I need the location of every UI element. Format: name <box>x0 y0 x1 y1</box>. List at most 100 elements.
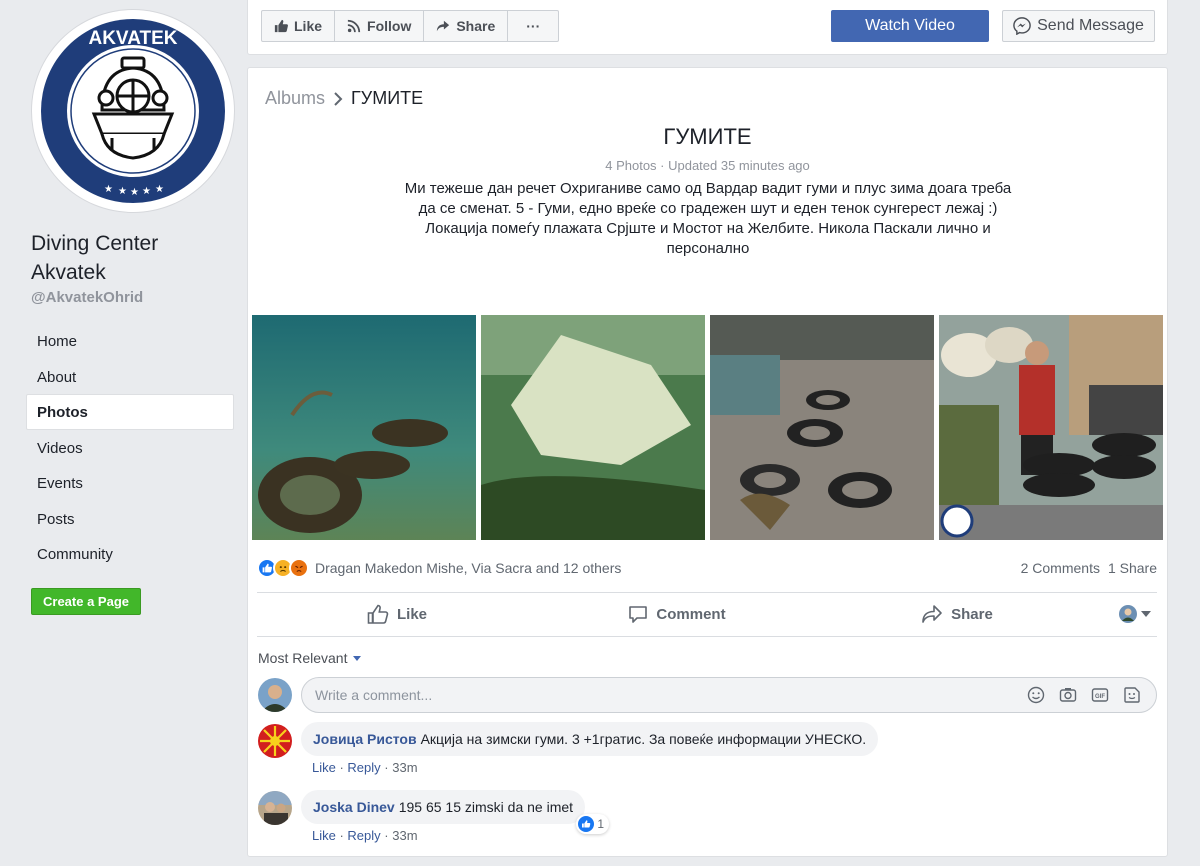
nav-item-community[interactable]: Community <box>26 536 234 572</box>
comment-time[interactable]: 33m <box>392 828 417 843</box>
nav-item-posts[interactable]: Posts <box>26 501 234 537</box>
camera-icon[interactable] <box>1058 685 1078 705</box>
page-name[interactable]: Diving Center Akvatek <box>31 229 231 287</box>
like-reaction-icon <box>578 816 595 832</box>
caret-down-icon <box>353 655 362 661</box>
comment-button[interactable]: Comment <box>537 604 817 624</box>
follow-button[interactable]: Follow <box>335 11 425 41</box>
share-button[interactable]: Share <box>817 604 1097 624</box>
comments-count[interactable]: 2 Comments <box>1021 560 1100 576</box>
divider <box>257 636 1157 637</box>
thumbs-up-outline-icon <box>367 604 389 624</box>
comment-like-link[interactable]: Like <box>312 760 336 775</box>
nav-item-events[interactable]: Events <box>26 465 234 501</box>
nav-item-videos[interactable]: Videos <box>26 430 234 466</box>
comment-reply-link[interactable]: Reply <box>347 828 380 843</box>
photo-thumbnail[interactable] <box>710 315 934 540</box>
create-page-button[interactable]: Create a Page <box>31 588 141 615</box>
comment-label: Comment <box>656 605 726 623</box>
underwater-tires-image <box>252 315 476 540</box>
underwater-bag-image <box>481 315 705 540</box>
like-label: Like <box>396 605 427 623</box>
comment-composer: GIF <box>301 677 1157 713</box>
svg-text:★: ★ <box>104 184 113 195</box>
more-options-button[interactable]: ··· <box>508 11 558 41</box>
album-meta: 4 Photos · Updated 35 minutes ago <box>605 158 810 173</box>
comment-text: Акција на зимски гуми. 3 +1гратис. За по… <box>420 731 867 747</box>
comment-sort-label: Most Relevant <box>258 650 348 666</box>
comment-input[interactable] <box>302 678 1002 712</box>
breadcrumb-albums-link[interactable]: Albums <box>265 88 325 109</box>
comment-author[interactable]: Јовица Ристов <box>313 731 417 747</box>
shares-count[interactable]: 1 Share <box>1108 560 1157 576</box>
reactors-list[interactable]: Dragan Makedon Mishe, Via Sacra and 12 o… <box>315 560 621 576</box>
share-page-button[interactable]: Share <box>424 11 509 41</box>
page-buttons: Like Follow Share ··· <box>261 10 560 42</box>
breadcrumb: Albums ГУМИТЕ <box>265 88 423 109</box>
comment-time[interactable]: 33m <box>392 760 417 775</box>
comment-reaction-badge[interactable]: 1 <box>576 814 610 834</box>
reaction-icons[interactable] <box>257 558 309 578</box>
tires-on-shore-image <box>710 315 934 540</box>
nav-item-about[interactable]: About <box>26 359 234 395</box>
svg-text:GIF: GIF <box>1095 694 1105 700</box>
comment-text: 195 65 15 zimski da ne imet <box>398 799 574 815</box>
share-page-label: Share <box>456 18 496 34</box>
photo-thumbnail[interactable] <box>481 315 705 540</box>
logo-text: AKVATEK <box>88 28 177 49</box>
comment-meta: Like · Reply · 33m <box>312 760 418 775</box>
like-page-label: Like <box>294 18 323 34</box>
rss-icon <box>347 19 361 33</box>
commenter-avatar[interactable] <box>258 791 292 825</box>
album-description: Ми тежеше дан речет Охриганиве само од В… <box>404 180 1012 257</box>
post-as-selector[interactable] <box>1097 605 1157 623</box>
photo-thumbnail[interactable] <box>252 315 476 540</box>
page-action-bar: Like Follow Share ··· Watch Video Send M… <box>247 0 1168 55</box>
engagement-counts: 2 Comments 1 Share <box>1021 560 1157 576</box>
post-actions: Like Comment Share <box>257 595 1157 633</box>
sticker-icon[interactable] <box>1122 685 1142 705</box>
send-message-label: Send Message <box>1037 17 1144 34</box>
nav-item-home[interactable]: Home <box>26 323 234 359</box>
comment-like-link[interactable]: Like <box>312 828 336 843</box>
photo-thumbnail[interactable] <box>939 315 1163 540</box>
emoji-icon[interactable] <box>1026 685 1046 705</box>
comment-item: Joska Dinev 195 65 15 zimski da ne imet 1… <box>301 790 610 843</box>
svg-text:★: ★ <box>130 187 139 198</box>
svg-text:★: ★ <box>118 186 127 197</box>
composer-tools: GIF <box>1026 685 1142 705</box>
angry-reaction-icon <box>289 558 309 578</box>
comment-sort-dropdown[interactable]: Most Relevant <box>258 650 362 666</box>
svg-text:★: ★ <box>142 186 151 197</box>
share-arrow-icon <box>437 20 450 32</box>
current-user-avatar[interactable] <box>258 678 292 712</box>
comment-reply-link[interactable]: Reply <box>347 760 380 775</box>
page-handle[interactable]: @AkvatekOhrid <box>31 289 143 306</box>
album-card: Albums ГУМИТЕ ГУМИТЕ 4 Photos · Updated … <box>247 67 1168 857</box>
page-logo[interactable]: AKVATEK ★ ★ ★ ★ ★ <box>32 10 234 212</box>
comment-bubble-icon <box>629 606 648 623</box>
album-title: ГУМИТЕ <box>663 124 752 149</box>
like-button[interactable]: Like <box>257 604 537 624</box>
caret-down-icon <box>1141 611 1151 617</box>
comment-item: Јовица Ристов Акција на зимски гуми. 3 +1… <box>301 722 879 775</box>
comment-bubble: Јовица Ристов Акција на зимски гуми. 3 +1… <box>301 722 879 756</box>
comment-author[interactable]: Joska Dinev <box>313 799 395 815</box>
comment-bubble: Joska Dinev 195 65 15 zimski da ne imet 1 <box>301 790 610 834</box>
nav-item-photos[interactable]: Photos <box>26 394 234 430</box>
send-message-button[interactable]: Send Message <box>1002 10 1155 42</box>
svg-text:★: ★ <box>155 184 164 195</box>
gif-icon[interactable]: GIF <box>1090 685 1110 705</box>
messenger-icon <box>1013 17 1031 35</box>
diving-helmet-logo: AKVATEK ★ ★ ★ ★ ★ <box>37 15 229 207</box>
commenter-avatar[interactable] <box>258 724 292 758</box>
photo-grid <box>252 315 1165 540</box>
like-page-button[interactable]: Like <box>262 11 336 41</box>
watch-video-button[interactable]: Watch Video <box>831 10 989 42</box>
page-nav: Home About Photos Videos Events Posts Co… <box>26 323 234 572</box>
left-column: AKVATEK ★ ★ ★ ★ ★ Diving Center Akvatek @Akv… <box>0 0 247 866</box>
reactions-summary: Dragan Makedon Mishe, Via Sacra and 12 o… <box>257 556 1157 580</box>
user-avatar-small <box>1119 605 1137 623</box>
share-label: Share <box>951 605 993 623</box>
divider <box>257 592 1157 593</box>
